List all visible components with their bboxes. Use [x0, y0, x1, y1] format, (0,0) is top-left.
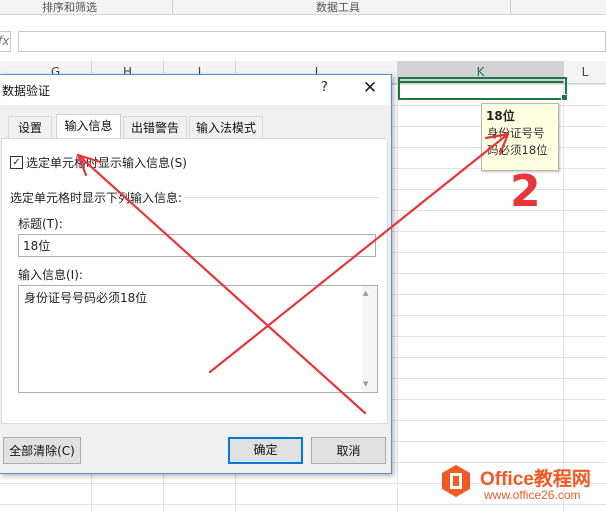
office-logo-icon [442, 465, 470, 497]
annotation-number: 2 [510, 166, 541, 217]
watermark-name: Office教程网 [480, 469, 591, 490]
annotation-overlay: 2 [76, 132, 541, 415]
annotation-arrow-line-2 [208, 132, 510, 374]
watermark-url: www.office26.com [484, 488, 581, 502]
annotation-arrow-line-1 [76, 153, 367, 415]
